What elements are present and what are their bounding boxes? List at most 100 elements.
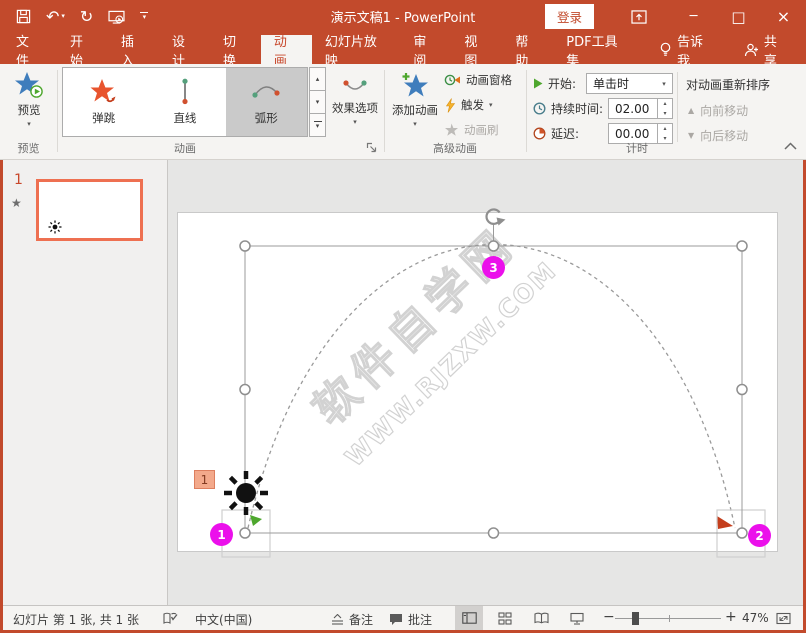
arc-label: 弧形	[255, 110, 278, 126]
chevron-down-icon: ▾	[489, 102, 493, 109]
down-arrow-icon: ▼	[688, 131, 694, 140]
chevron-down-icon: ▾	[656, 80, 672, 88]
save-icon[interactable]	[16, 9, 31, 24]
minimize-button[interactable]: ─	[671, 0, 716, 33]
group-label-advanced: 高级动画	[384, 140, 526, 156]
chevron-down-icon: ▾	[27, 121, 31, 128]
collapse-ribbon-button[interactable]	[784, 142, 797, 150]
animation-marker-3[interactable]: 3	[482, 256, 505, 279]
animation-gallery: 弹跳 直线 弧形	[62, 67, 308, 137]
status-bar: 幻灯片 第 1 张, 共 1 张 中文(中国) 备注 批注 − + 47%	[3, 605, 803, 630]
tab-design[interactable]: 设计	[159, 35, 210, 64]
gallery-item-bounce[interactable]: 弹跳	[63, 68, 144, 136]
zoom-slider-track[interactable]	[615, 618, 721, 619]
add-animation-label: 添加动画	[392, 102, 438, 118]
group-separator	[57, 70, 58, 152]
gallery-more-button[interactable]: ▾	[309, 114, 326, 137]
customize-qat-icon[interactable]: ▾	[140, 12, 148, 21]
move-later-button: ▼ 向后移动	[688, 127, 748, 144]
comment-icon	[389, 613, 403, 626]
sign-in-button[interactable]: 登录	[545, 4, 594, 29]
undo-icon[interactable]: ↶▾	[46, 9, 65, 25]
tab-slideshow[interactable]: 幻灯片放映	[312, 35, 400, 64]
main-area: 1 ★ 软件自学网 WWW.RJZXW.COM	[3, 160, 803, 605]
tab-pdf-tools[interactable]: PDF工具集	[553, 35, 641, 64]
gallery-item-line[interactable]: 直线	[144, 68, 225, 136]
gallery-scroll: ▴ ▾ ▾	[309, 67, 326, 137]
ribbon-display-options-icon[interactable]	[616, 0, 661, 33]
maximize-button[interactable]: □	[716, 0, 761, 33]
zoom-slider-midpoint	[669, 615, 670, 622]
chevron-down-icon: ▾	[353, 119, 357, 126]
animation-pane-button[interactable]: 动画窗格	[444, 72, 512, 88]
duration-input[interactable]: 02.00 ▴▾	[608, 98, 673, 119]
tab-view[interactable]: 视图	[451, 35, 502, 64]
ribbon: 预览 ▾ 预览 弹跳 直线 弧形	[0, 64, 806, 160]
spellcheck-icon[interactable]	[163, 612, 178, 625]
effect-options-button[interactable]: 效果选项 ▾	[330, 68, 380, 126]
tab-file[interactable]: 文件	[0, 35, 57, 64]
comments-button[interactable]: 批注	[389, 611, 432, 628]
effect-options-label: 效果选项	[332, 100, 378, 116]
zoom-in-button[interactable]: +	[725, 609, 737, 625]
animation-sequence-badge[interactable]: 1	[194, 470, 215, 489]
duration-clock-icon	[533, 102, 546, 115]
window-border-left	[0, 160, 3, 630]
reorder-animation-label: 对动画重新排序	[686, 76, 770, 93]
reading-view-button[interactable]	[527, 606, 555, 630]
animation-painter-button: 动画刷	[444, 122, 499, 138]
start-row: 开始:	[533, 75, 576, 92]
notes-button[interactable]: 备注	[331, 611, 373, 628]
tell-me-box[interactable]: 告诉我	[647, 35, 726, 64]
thumbnail-panel: 1 ★	[3, 160, 167, 605]
slide-sorter-view-button[interactable]	[491, 606, 519, 630]
fit-to-window-button[interactable]	[769, 606, 797, 630]
tab-animations[interactable]: 动画	[261, 35, 312, 64]
line-path-icon	[179, 78, 191, 105]
start-slideshow-icon[interactable]	[108, 10, 125, 24]
start-dropdown[interactable]: 单击时 ▾	[586, 73, 673, 94]
slide-canvas-area: 软件自学网 WWW.RJZXW.COM	[168, 160, 803, 605]
duration-label: 持续时间:	[551, 100, 603, 117]
zoom-slider-handle[interactable]	[632, 612, 639, 625]
redo-icon[interactable]: ↻	[80, 9, 93, 25]
trigger-button[interactable]: 触发 ▾	[444, 97, 493, 113]
quick-access-toolbar: ↶▾ ↻ ▾	[0, 9, 148, 25]
gallery-scroll-up[interactable]: ▴	[309, 67, 326, 91]
preview-icon	[14, 71, 44, 99]
notes-icon	[331, 614, 344, 626]
animation-marker-1[interactable]: 1	[210, 523, 233, 546]
add-animation-button[interactable]: 添加动画 ▾	[388, 67, 442, 128]
tab-help[interactable]: 帮助	[502, 35, 553, 64]
close-button[interactable]: ×	[761, 0, 806, 33]
slide-thumbnail[interactable]	[36, 179, 143, 241]
add-animation-icon	[401, 71, 429, 99]
animation-indicator-star-icon[interactable]: ★	[11, 196, 22, 210]
zoom-level[interactable]: 47%	[742, 611, 769, 625]
slide-surface[interactable]	[177, 212, 778, 552]
tab-home[interactable]: 开始	[57, 35, 108, 64]
titlebar-controls: 登录 ─ □ ×	[545, 0, 806, 33]
animation-marker-2[interactable]: 2	[748, 524, 771, 547]
slideshow-view-button[interactable]	[563, 606, 591, 630]
tab-insert[interactable]: 插入	[108, 35, 159, 64]
normal-view-button[interactable]	[455, 606, 483, 630]
comments-label: 批注	[408, 611, 432, 628]
preview-button[interactable]: 预览 ▾	[6, 67, 52, 128]
gallery-item-arc[interactable]: 弧形	[226, 68, 307, 136]
animation-dialog-launcher[interactable]	[366, 142, 378, 154]
chevron-down-icon: ▾	[413, 121, 417, 128]
tab-transitions[interactable]: 切换	[210, 35, 261, 64]
bounce-icon	[90, 78, 118, 105]
share-button[interactable]: 共享	[726, 35, 806, 64]
arc-path-icon	[251, 78, 281, 105]
duration-spinner[interactable]: ▴▾	[657, 99, 672, 118]
gallery-scroll-down[interactable]: ▾	[309, 91, 326, 114]
duration-row: 持续时间:	[533, 100, 603, 117]
marker-2-number: 2	[755, 529, 763, 543]
slide-counter[interactable]: 幻灯片 第 1 张, 共 1 张	[13, 611, 139, 628]
language-indicator[interactable]: 中文(中国)	[195, 611, 252, 628]
animation-pane-icon	[444, 73, 461, 87]
zoom-out-button[interactable]: −	[603, 609, 615, 625]
tab-review[interactable]: 审阅	[400, 35, 451, 64]
